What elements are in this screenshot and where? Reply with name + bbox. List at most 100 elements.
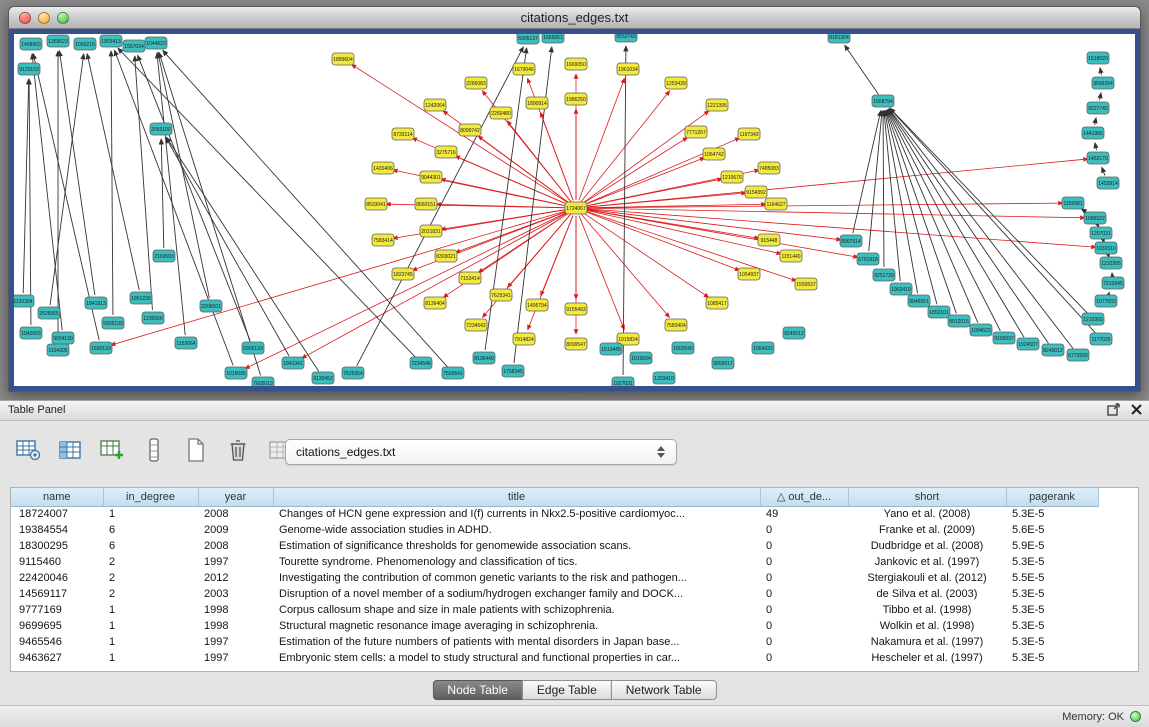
network-node[interactable]: 1453914: [1097, 177, 1119, 189]
network-node[interactable]: 9130452: [312, 372, 334, 384]
network-node[interactable]: 1668794: [872, 95, 894, 107]
network-node[interactable]: 8303021: [435, 250, 457, 262]
splitter-grip[interactable]: [568, 395, 582, 398]
network-node[interactable]: 1452170: [1087, 152, 1109, 164]
network-node[interactable]: 1253439: [665, 77, 687, 89]
column-header-name[interactable]: name: [11, 488, 103, 506]
table-row[interactable]: 977716911998Corpus callosum shape and si…: [11, 602, 1098, 618]
table-mode-icon[interactable]: [14, 437, 42, 463]
network-node[interactable]: 1557034: [123, 40, 145, 52]
network-node[interactable]: 9251739: [873, 269, 895, 281]
network-node[interactable]: 1044623: [145, 37, 167, 49]
float-panel-icon[interactable]: [1107, 403, 1120, 416]
network-canvas-svg[interactable]: 1724067116462791544810549371085417758340…: [14, 34, 1135, 386]
network-node[interactable]: 1203410: [653, 372, 675, 384]
network-node[interactable]: 7234542: [465, 319, 487, 331]
network-node[interactable]: 1019504: [630, 352, 652, 364]
network-node[interactable]: 1724067: [565, 202, 587, 214]
table-row[interactable]: 1830029562008Estimation of significance …: [11, 538, 1098, 554]
network-node[interactable]: 1016095: [225, 367, 247, 379]
network-node[interactable]: 8733114: [392, 128, 414, 140]
network-node[interactable]: 6791918: [857, 253, 879, 265]
network-node[interactable]: 915448: [758, 234, 780, 246]
table-row[interactable]: 1872400712008Changes of HCN gene express…: [11, 506, 1098, 522]
network-node[interactable]: 8181304: [828, 34, 850, 43]
network-node[interactable]: 1669051: [542, 34, 564, 43]
network-node[interactable]: 9245012: [783, 327, 805, 339]
network-node[interactable]: 1890914: [526, 97, 548, 109]
network-node[interactable]: 1679046: [513, 63, 535, 75]
network-node[interactable]: 7234546: [410, 357, 432, 369]
network-node[interactable]: 7583414: [372, 234, 394, 246]
network-node[interactable]: 7914824: [513, 333, 535, 345]
column-header-year[interactable]: year: [198, 488, 273, 506]
table-row[interactable]: 946554611997Estimation of the future num…: [11, 634, 1098, 650]
network-node[interactable]: 9046551: [908, 295, 930, 307]
network-node[interactable]: 1441956: [1082, 127, 1104, 139]
network-node[interactable]: 1758345: [502, 365, 524, 377]
column-header-in-degree[interactable]: in_degree: [103, 488, 198, 506]
tab-edge-table[interactable]: Edge Table: [522, 680, 612, 700]
column-header-title[interactable]: title: [273, 488, 760, 506]
tab-node-table[interactable]: Node Table: [432, 680, 523, 700]
column-header-short[interactable]: short: [848, 488, 1006, 506]
network-node[interactable]: 8660151: [415, 198, 437, 210]
network-node[interactable]: 2286083: [465, 77, 487, 89]
network-node[interactable]: 7153414: [459, 272, 481, 284]
network-node[interactable]: 1210365: [1082, 313, 1104, 325]
network-node[interactable]: 9155493: [565, 303, 587, 315]
network-node[interactable]: 1085417: [706, 297, 728, 309]
network-node[interactable]: 7210345: [1102, 277, 1124, 289]
table-row[interactable]: 946362711997Embryonic stem cells: a mode…: [11, 650, 1098, 666]
network-node[interactable]: 2053100: [150, 123, 172, 135]
network-node[interactable]: 1961034: [617, 63, 639, 75]
table-row[interactable]: 911546021997Tourette syndrome. Phenomeno…: [11, 554, 1098, 570]
network-node[interactable]: 1197343: [738, 128, 760, 140]
network-node[interactable]: 1086522: [1084, 212, 1106, 224]
network-node[interactable]: 8099742: [459, 124, 481, 136]
network-node[interactable]: 1151440: [780, 250, 802, 262]
network-node[interactable]: 9044301: [420, 171, 442, 183]
network-node[interactable]: 5905137: [517, 34, 539, 44]
network-node[interactable]: 1130304: [14, 295, 34, 307]
network-node[interactable]: 1164627: [765, 198, 787, 210]
network-node[interactable]: 8533041: [365, 198, 387, 210]
network-node[interactable]: 1495794: [526, 299, 548, 311]
network-node[interactable]: 9165037: [993, 332, 1015, 344]
network-node[interactable]: 1207031: [1090, 227, 1112, 239]
network-node[interactable]: 1210676: [721, 171, 743, 183]
network-node[interactable]: 1889604: [332, 53, 354, 65]
column-header-pagerank[interactable]: pagerank: [1006, 488, 1098, 506]
network-node[interactable]: 1094523: [970, 324, 992, 336]
network-node[interactable]: 1064932: [752, 342, 774, 354]
table-row[interactable]: 969969511998Structural magnetic resonanc…: [11, 618, 1098, 634]
network-node[interactable]: 1550537: [795, 278, 817, 290]
network-node[interactable]: 1903413: [100, 35, 122, 47]
network-node[interactable]: 7503641: [442, 367, 464, 379]
network-node[interactable]: 1177025: [1090, 333, 1112, 345]
network-node[interactable]: 1153064: [175, 337, 197, 349]
network-node[interactable]: 1093215: [74, 38, 96, 50]
network-node[interactable]: 1064742: [703, 148, 725, 160]
network-node[interactable]: 1420406: [372, 162, 394, 174]
network-node[interactable]: 8136404: [424, 297, 446, 309]
delete-icon[interactable]: [224, 437, 252, 463]
network-node[interactable]: 8099547: [565, 338, 587, 350]
network-node[interactable]: 2260480: [490, 107, 512, 119]
table-row[interactable]: 1938455462009Genome-wide association stu…: [11, 522, 1098, 538]
table-row[interactable]: 2242004622012Investigating the contribut…: [11, 570, 1098, 586]
network-node[interactable]: 2206501: [200, 300, 222, 312]
network-node[interactable]: 1031510: [1095, 242, 1117, 254]
network-node[interactable]: 7485083: [758, 162, 780, 174]
network-node[interactable]: 1852101: [928, 306, 950, 318]
network-node[interactable]: 1942003: [20, 327, 42, 339]
network-node[interactable]: 6773500: [1067, 349, 1089, 361]
network-node[interactable]: 1841341: [282, 357, 304, 369]
network-node[interactable]: 1841913: [85, 297, 107, 309]
create-column-icon[interactable]: [98, 437, 126, 463]
network-node[interactable]: 8245012: [1042, 344, 1064, 356]
network-node[interactable]: 9054130: [52, 332, 74, 344]
tab-network-table[interactable]: Network Table: [611, 680, 717, 700]
network-node[interactable]: 7625354: [342, 367, 364, 379]
close-panel-icon[interactable]: [1130, 403, 1143, 416]
